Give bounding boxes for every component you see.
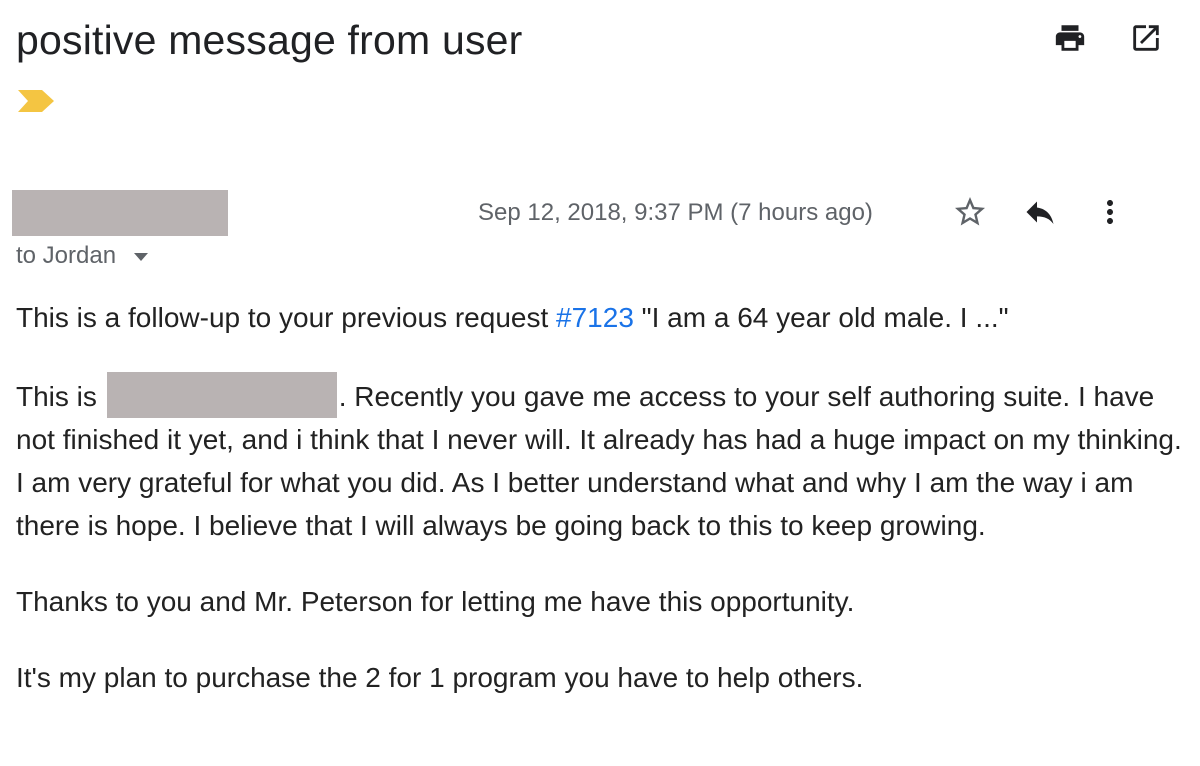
- recipient-line: to Jordan: [16, 242, 117, 269]
- more-vertical-icon[interactable]: [1092, 194, 1128, 230]
- sender-name-redacted: [12, 190, 228, 236]
- recipient-details-toggle[interactable]: to Jordan: [16, 240, 149, 272]
- body-paragraph-4: It's my plan to purchase the 2 for 1 pro…: [16, 662, 864, 693]
- body-paragraph-2-lead: This is: [16, 381, 105, 412]
- star-icon[interactable]: [952, 194, 988, 230]
- print-icon[interactable]: [1052, 20, 1088, 56]
- body-paragraph-1-text: This is a follow-up to your previous req…: [16, 302, 557, 333]
- body-paragraph-2: This is . Recently you gave me access to…: [16, 372, 1186, 547]
- body-paragraph-1: This is a follow-up to your previous req…: [16, 296, 1186, 339]
- name-redacted: [106, 372, 337, 418]
- reply-icon[interactable]: [1022, 194, 1058, 230]
- email-date: Sep 12, 2018, 9:37 PM (7 hours ago): [478, 199, 873, 226]
- email-subject: positive message from user: [16, 17, 523, 63]
- email-body: This is a follow-up to your previous req…: [16, 296, 1186, 732]
- request-reference-link[interactable]: #7123: [556, 302, 634, 333]
- chevron-down-icon: [134, 253, 149, 261]
- message-actions: [952, 194, 1128, 230]
- open-in-new-window-icon[interactable]: [1128, 20, 1164, 56]
- importance-marker-icon[interactable]: [18, 90, 56, 112]
- top-toolbar: [1052, 20, 1164, 56]
- body-paragraph-3: Thanks to you and Mr. Peterson for letti…: [16, 586, 855, 617]
- quoted-request-snippet: "I am a 64 year old male. I ...": [633, 302, 1009, 333]
